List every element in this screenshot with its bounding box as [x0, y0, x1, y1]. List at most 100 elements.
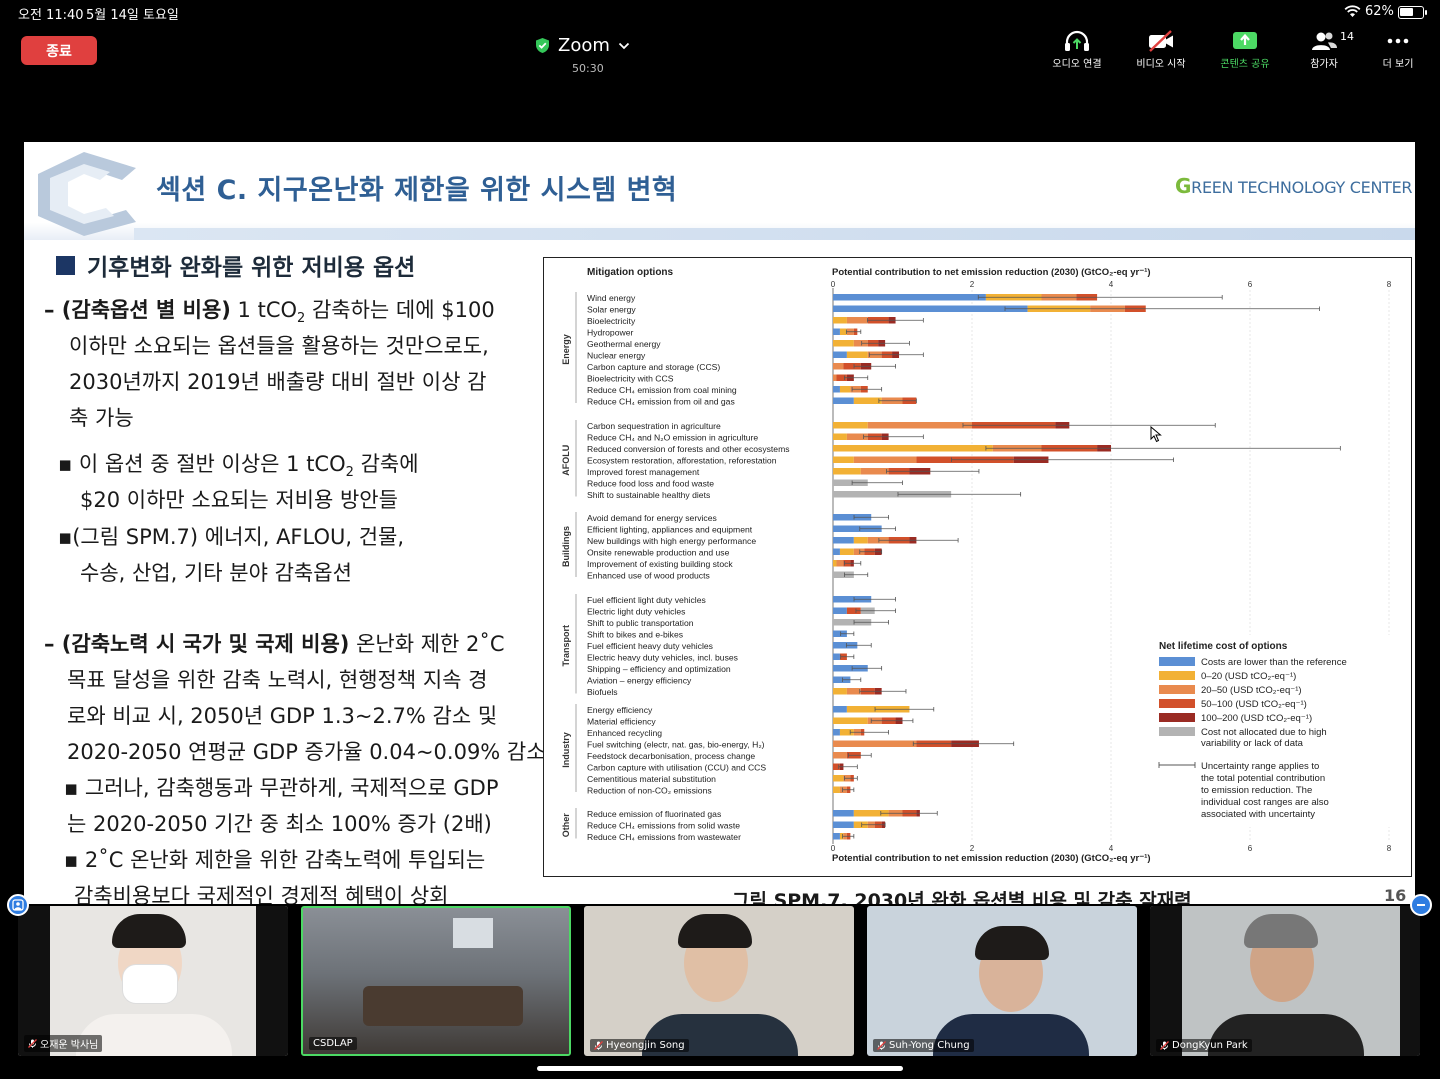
- option-label: Onsite renewable production and use: [587, 548, 730, 558]
- participant-hair: [678, 914, 752, 948]
- bar-segment: [853, 456, 917, 463]
- video-off-icon: [1149, 30, 1173, 52]
- sector-label: Transport: [561, 625, 571, 667]
- minus-icon: [1417, 904, 1425, 906]
- share-content-label: 콘텐츠 공유: [1220, 59, 1270, 70]
- participant-video: [867, 906, 1137, 1056]
- bullet-1-line-2: $20 이하만 소요되는 저비용 방안들: [80, 488, 398, 512]
- paragraph-2-line-2: 목표 달성을 위한 감축 노력시, 현행정책 지속 경: [67, 668, 488, 692]
- bar-segment: [833, 397, 854, 404]
- legend-uncertainty-note: individual cost ranges are also: [1201, 797, 1329, 808]
- legend-swatch: [1159, 671, 1195, 680]
- meeting-title: Zoom: [558, 35, 610, 56]
- bar-segment: [833, 560, 837, 567]
- chart-canvas: Mitigation options Potential contribution…: [561, 267, 1395, 864]
- bar-segment: [833, 775, 844, 782]
- participant-tile[interactable]: Hyeongjin Song: [584, 906, 854, 1056]
- home-indicator[interactable]: [537, 1066, 903, 1071]
- legend-uncertainty-note: to emission reduction. The: [1201, 785, 1312, 796]
- option-label: Bioelectricity with CCS: [587, 374, 674, 384]
- bullet-2-line-2: 수송, 산업, 기타 분야 감축옵션: [80, 561, 352, 585]
- option-label: Reduce CH₄ emission from oil and gas: [587, 397, 735, 407]
- bar-segment: [833, 363, 844, 370]
- page-number: 16: [1384, 886, 1407, 904]
- end-meeting-button[interactable]: 종료: [21, 36, 97, 65]
- participants-icon: [1312, 32, 1337, 50]
- video-gallery: 오재운 박사님 CSDLAP Hyeongjin Song Suh-Yong Chun…: [0, 904, 1440, 1079]
- option-label: Avoid demand for energy services: [587, 513, 717, 523]
- participant-name: DongKyun Park: [1172, 1040, 1248, 1051]
- chart-bottom-axis-title: Potential contribution to net emission r…: [832, 853, 1151, 864]
- bar-segment: [853, 397, 882, 404]
- option-label: Reduce CH₄ emission from coal mining: [587, 385, 737, 395]
- bottom-tick-label: 8: [1387, 844, 1392, 853]
- letterbox-left: [18, 906, 50, 1056]
- option-label: Biofuels: [587, 687, 618, 697]
- top-tick-label: 6: [1248, 280, 1253, 289]
- participant-name: 오재운 박사님: [40, 1040, 99, 1051]
- paragraph-1-line-4: 축 가능: [69, 406, 134, 430]
- option-label: Carbon sequestration in agriculture: [587, 421, 721, 431]
- option-label: Shift to bikes and e-bikes: [587, 630, 683, 640]
- bar-segment: [833, 340, 854, 347]
- bar-segment: [833, 351, 847, 358]
- bar-segment: [833, 752, 847, 759]
- bar-segment: [846, 351, 868, 358]
- gallery-collapse-button[interactable]: [1410, 894, 1432, 916]
- option-label: Shift to sustainable healthy diets: [587, 490, 710, 500]
- bar-segment: [833, 717, 868, 724]
- bar-segment: [839, 548, 854, 555]
- more-button[interactable]: 더 보기: [1358, 30, 1438, 70]
- option-label: New buildings with high energy performan…: [587, 536, 756, 546]
- participant-tile[interactable]: 오재운 박사님: [18, 906, 288, 1056]
- bullet-4-line-1: ▪ 2˚C 온난화 제한을 위한 감축노력에 투입되는: [64, 848, 486, 872]
- participant-hair: [112, 914, 186, 948]
- participant-tile[interactable]: Suh-Yong Chung: [867, 906, 1137, 1056]
- status-time: 오전 11:40: [18, 8, 84, 23]
- option-label: Fuel efficient light duty vehicles: [587, 595, 706, 605]
- p2-text: 온난화 제한 2˚C: [349, 632, 505, 656]
- option-label: Ecosystem restoration, afforestation, re…: [587, 456, 777, 466]
- option-label: Enhanced use of wood products: [587, 571, 710, 581]
- participant-tile[interactable]: CSDLAP: [301, 906, 571, 1056]
- option-label: Fuel switching (electr, nat. gas, bio-en…: [587, 740, 765, 750]
- slide-title: 섹션 C. 지구온난화 제한을 위한 시스템 변혁: [156, 175, 678, 206]
- bar-segment: [833, 294, 986, 301]
- bar-segment: [836, 560, 844, 567]
- legend-label: 20–50 (USD tCO₂-eq⁻¹): [1201, 685, 1302, 696]
- paragraph-2-line-4: 2020-2050 연평균 GDP 증가율 0.04~0.09% 감소: [67, 740, 546, 764]
- gallery-prev-button[interactable]: [7, 894, 29, 916]
- bar-segment: [833, 468, 861, 475]
- shield-check-icon: [536, 38, 549, 53]
- top-tick-label: 2: [970, 280, 975, 289]
- option-label: Material efficiency: [587, 717, 656, 727]
- bar-segment: [860, 468, 889, 475]
- bar-segment: [833, 740, 917, 747]
- mouse-cursor-icon: [1150, 426, 1162, 443]
- chart-top-axis-title: Potential contribution to net emission r…: [832, 267, 1151, 278]
- legend-label: 100–200 (USD tCO₂-eq⁻¹): [1201, 713, 1312, 724]
- option-label: Geothermal energy: [587, 339, 661, 349]
- legend-uncertainty-note: the total potential contribution: [1201, 773, 1325, 784]
- legend-label: 50–100 (USD tCO₂-eq⁻¹): [1201, 699, 1307, 710]
- meeting-info[interactable]: Zoom: [535, 35, 630, 56]
- share-content-button[interactable]: 콘텐츠 공유: [1205, 30, 1285, 70]
- legend-swatch: [1159, 713, 1195, 722]
- legend-label: 0–20 (USD tCO₂-eq⁻¹): [1201, 671, 1296, 682]
- wifi-icon: [1344, 5, 1361, 17]
- audio-connect-button[interactable]: 오디오 연결: [1037, 30, 1117, 70]
- option-label: Reduce CH₄ and N₂O emission in agricultu…: [587, 433, 758, 443]
- bar-segment: [833, 445, 993, 452]
- square-bullet-icon: [56, 255, 75, 275]
- option-label: Bioelectricity: [587, 316, 636, 326]
- bar-segment: [833, 821, 854, 828]
- p1-text-b: 감축하는 데에 $100: [305, 298, 495, 322]
- participant-tile[interactable]: DongKyun Park: [1150, 906, 1420, 1056]
- b1-text-b: 감축에: [353, 452, 419, 476]
- face-mask: [122, 964, 178, 1004]
- start-video-button[interactable]: 비디오 시작: [1121, 30, 1201, 70]
- bar-segment: [833, 456, 854, 463]
- participant-name-tag: Hyeongjin Song: [590, 1039, 689, 1052]
- option-label: Aviation – energy efficiency: [587, 676, 692, 686]
- bottom-tick-label: 4: [1109, 844, 1114, 853]
